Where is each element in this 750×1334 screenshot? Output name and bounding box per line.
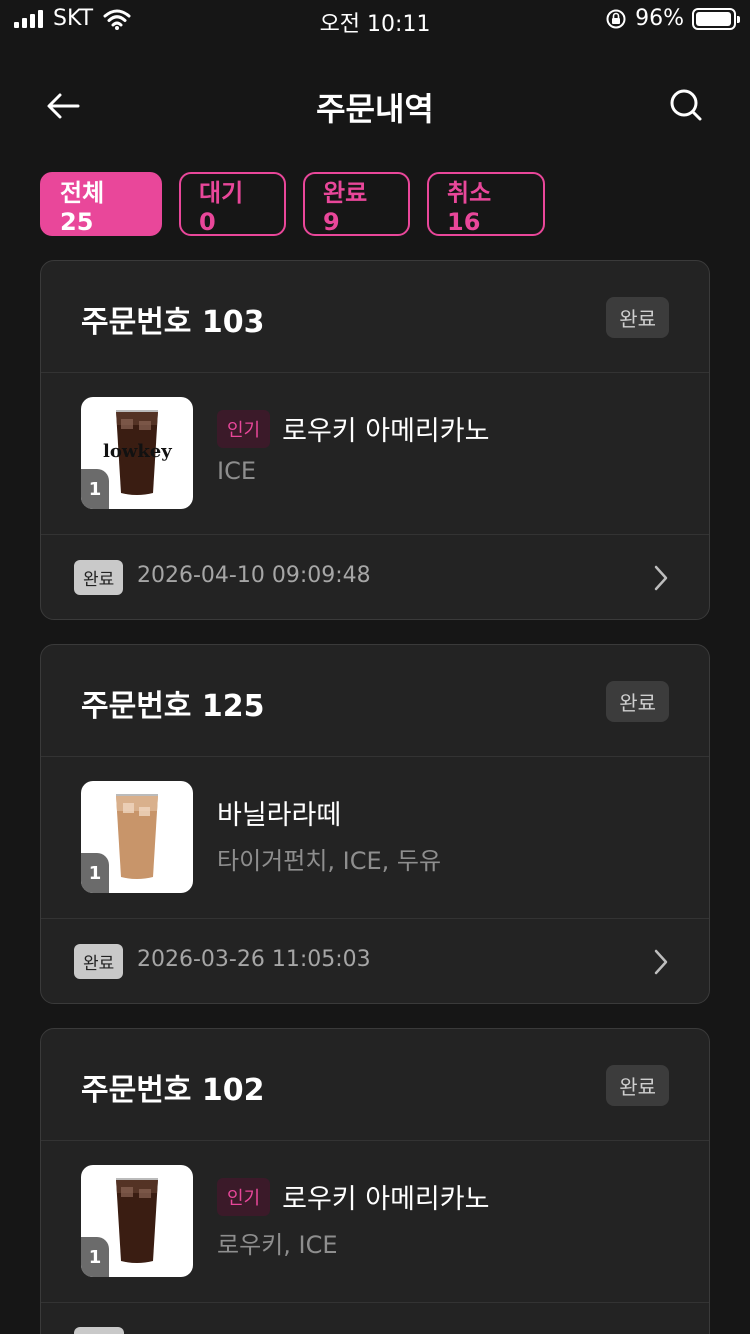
order-card-header: 주문번호 103 완료 (41, 261, 709, 373)
status-badge: 완료 (606, 681, 669, 722)
footer-status-badge: 완료 (74, 560, 124, 595)
quantity-badge: 1 (81, 1237, 109, 1277)
order-number: 주문번호 102 (81, 1073, 265, 1108)
battery-icon (692, 7, 740, 30)
page-title: 주문내역 (316, 90, 434, 128)
filter-chip-cancelled[interactable]: 취소 16 (427, 172, 545, 236)
order-card-footer[interactable] (41, 1303, 709, 1334)
status-bar: SKT 오전 10:11 96% (0, 0, 750, 40)
quantity-badge: 1 (81, 469, 109, 509)
popular-tag: 인기 (217, 1177, 271, 1216)
item-name-line: 인기 로우키 아메리카노 (217, 1177, 489, 1216)
filter-chip-waiting[interactable]: 대기 0 (179, 172, 286, 236)
product-image: lowkey 1 (81, 397, 193, 509)
item-name-line: 인기 로우키 아메리카노 (217, 409, 489, 448)
status-right: 96% (605, 6, 740, 31)
item-options: 로우키, ICE (217, 1231, 338, 1259)
header: 주문내역 (0, 70, 750, 142)
order-card-header: 주문번호 125 완료 (41, 645, 709, 757)
order-card[interactable]: 주문번호 102 완료 1 인기 로우키 아메리카노 로우키, ICE (40, 1028, 710, 1334)
item-name: 로우키 아메리카노 (282, 416, 490, 447)
battery-percent: 96% (635, 6, 684, 31)
item-name: 로우키 아메리카노 (282, 1184, 490, 1215)
order-number: 주문번호 103 (81, 305, 265, 340)
thumb-logo-text: lowkey (103, 441, 172, 462)
footer-status-badge (74, 1327, 124, 1334)
filter-chip-done[interactable]: 완료 9 (303, 172, 410, 236)
order-datetime: 2026-04-10 09:09:48 (137, 563, 371, 588)
chevron-right-icon[interactable] (651, 563, 671, 593)
item-options: 타이거펀치, ICE, 두유 (217, 847, 442, 875)
order-card-footer[interactable]: 완료 2026-04-10 09:09:48 (41, 535, 709, 619)
order-number: 주문번호 125 (81, 689, 265, 724)
search-button[interactable] (662, 84, 710, 128)
order-item[interactable]: 1 인기 로우키 아메리카노 로우키, ICE (41, 1141, 709, 1303)
status-badge: 완료 (606, 1065, 669, 1106)
chevron-right-icon[interactable] (651, 947, 671, 977)
search-icon (670, 89, 702, 121)
filter-chip-all[interactable]: 전체 25 (40, 172, 162, 236)
order-card[interactable]: 주문번호 125 완료 1 바닐라라떼 타이거펀치, ICE, 두유 완료 20… (40, 644, 710, 1004)
item-name: 바닐라라떼 (217, 800, 342, 831)
popular-tag: 인기 (217, 409, 271, 448)
quantity-badge: 1 (81, 853, 109, 893)
status-badge: 완료 (606, 297, 669, 338)
order-datetime: 2026-03-26 11:05:03 (137, 947, 371, 972)
filter-tabs: 전체 25 대기 0 완료 9 취소 16 (40, 172, 545, 236)
order-card-footer[interactable]: 완료 2026-03-26 11:05:03 (41, 919, 709, 1003)
item-name-line: 바닐라라떼 (217, 793, 341, 832)
order-card[interactable]: 주문번호 103 완료 lowkey 1 인기 로우키 아메리카노 ICE 완료… (40, 260, 710, 620)
order-item[interactable]: 1 바닐라라떼 타이거펀치, ICE, 두유 (41, 757, 709, 919)
order-item[interactable]: lowkey 1 인기 로우키 아메리카노 ICE (41, 373, 709, 535)
item-options: ICE (217, 457, 256, 485)
rotation-lock-icon (606, 9, 626, 28)
footer-status-badge: 완료 (74, 944, 124, 979)
product-image: 1 (81, 1165, 193, 1277)
product-image: 1 (81, 781, 193, 893)
order-card-header: 주문번호 102 완료 (41, 1029, 709, 1141)
